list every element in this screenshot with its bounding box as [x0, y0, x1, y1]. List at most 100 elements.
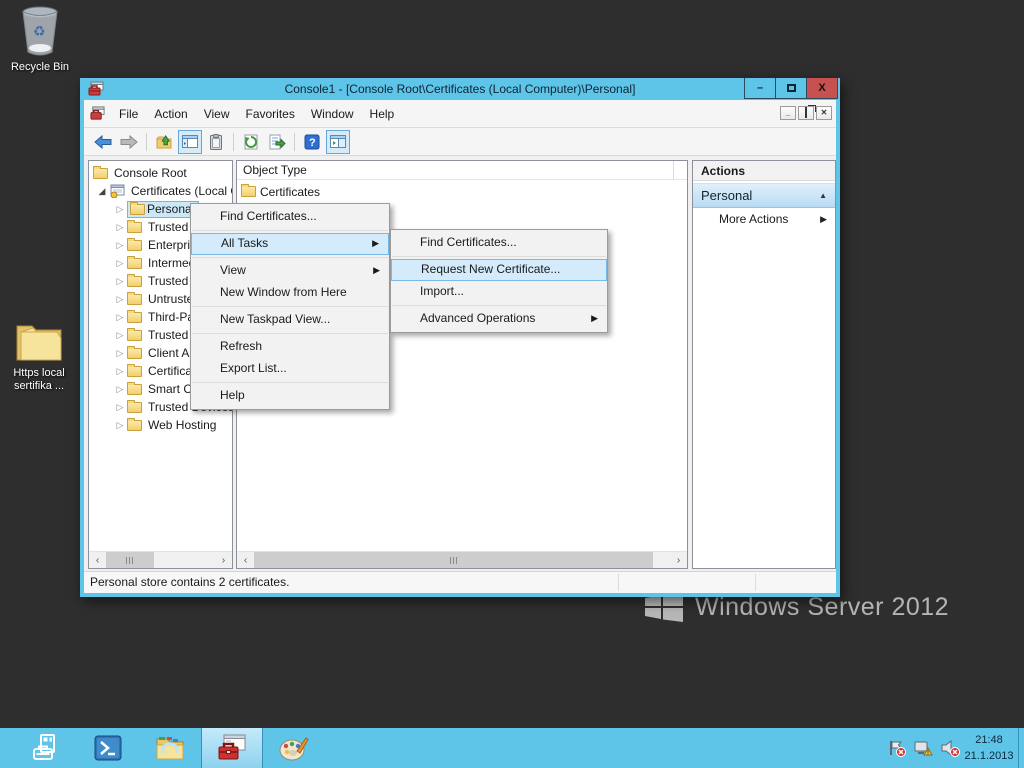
menu-item-refresh[interactable]: Refresh: [191, 336, 389, 358]
network-warning-icon[interactable]: !: [914, 739, 933, 757]
menu-help[interactable]: Help: [362, 103, 403, 125]
menu-bar: File Action View Favorites Window Help _…: [84, 100, 836, 128]
child-minimize-button[interactable]: _: [780, 106, 796, 120]
up-level-button[interactable]: [152, 130, 176, 154]
expanded-arrow-icon[interactable]: ◢: [95, 186, 109, 197]
scroll-left-arrow[interactable]: ‹: [89, 552, 106, 568]
clock-time: 21:48: [962, 732, 1016, 748]
scrollbar-track[interactable]: [254, 552, 670, 568]
child-restore-button[interactable]: [798, 106, 814, 120]
collapsed-arrow-icon[interactable]: ▷: [113, 402, 127, 413]
collapsed-arrow-icon[interactable]: ▷: [113, 276, 127, 287]
menu-separator: [192, 306, 388, 307]
menu-separator: [192, 257, 388, 258]
scrollbar-thumb[interactable]: [106, 552, 154, 568]
menu-favorites[interactable]: Favorites: [238, 103, 303, 125]
back-button[interactable]: [91, 130, 115, 154]
collapse-caret-icon[interactable]: ▲: [819, 191, 827, 200]
system-tray: !: [888, 728, 960, 768]
tree-horizontal-scrollbar[interactable]: ‹ ›: [89, 551, 232, 568]
scroll-right-arrow[interactable]: ›: [670, 552, 687, 568]
collapsed-arrow-icon[interactable]: ▷: [113, 384, 127, 395]
more-actions-item[interactable]: More Actions ▶: [693, 208, 835, 230]
menu-item-help[interactable]: Help: [191, 385, 389, 407]
menu-file[interactable]: File: [111, 103, 146, 125]
maximize-icon: [787, 84, 796, 92]
console-tree-icon: [182, 135, 198, 148]
file-explorer-icon: [155, 735, 185, 761]
list-item-certificates[interactable]: Certificates: [239, 183, 320, 200]
actions-section-personal[interactable]: Personal ▲: [693, 183, 835, 208]
scrollbar-track[interactable]: [106, 552, 215, 568]
menu-item-new-taskpad[interactable]: New Taskpad View...: [191, 309, 389, 331]
title-bar[interactable]: Console1 - [Console Root\Certificates (L…: [80, 78, 840, 100]
forward-button[interactable]: [117, 130, 141, 154]
toolbar-separator: [294, 133, 295, 151]
status-text: Personal store contains 2 certificates.: [90, 575, 289, 589]
export-list-icon: [269, 134, 286, 150]
help-button[interactable]: ?: [300, 130, 324, 154]
collapsed-arrow-icon[interactable]: ▷: [113, 204, 127, 215]
taskbar-clock[interactable]: 21:48 21.1.2013: [962, 732, 1016, 764]
action-center-flag-error-icon[interactable]: [888, 739, 906, 757]
collapsed-arrow-icon[interactable]: ▷: [113, 366, 127, 377]
tree-item-web-hosting[interactable]: ▷ Web Hosting: [89, 416, 232, 434]
folder-icon: [127, 348, 142, 359]
collapsed-arrow-icon[interactable]: ▷: [113, 222, 127, 233]
taskbar-paint[interactable]: [263, 728, 325, 768]
scrollbar-thumb[interactable]: [254, 552, 653, 568]
menu-window[interactable]: Window: [303, 103, 362, 125]
export-list-button[interactable]: [265, 130, 289, 154]
submenu-item-find-certificates[interactable]: Find Certificates...: [391, 232, 607, 254]
menu-separator: [192, 333, 388, 334]
folder-icon: [127, 240, 142, 251]
list-horizontal-scrollbar[interactable]: ‹ ›: [237, 551, 687, 568]
selected-tree-item: Personal: [127, 201, 199, 218]
menu-action[interactable]: Action: [146, 103, 195, 125]
collapsed-arrow-icon[interactable]: ▷: [113, 240, 127, 251]
tree-item-certificates-store[interactable]: ◢ Certificates (Local Computer): [89, 182, 232, 200]
menu-item-export-list[interactable]: Export List...: [191, 358, 389, 380]
collapsed-arrow-icon[interactable]: ▷: [113, 348, 127, 359]
collapsed-arrow-icon[interactable]: ▷: [113, 294, 127, 305]
minimize-button[interactable]: –: [744, 78, 776, 99]
menu-item-find-certificates[interactable]: Find Certificates...: [191, 206, 389, 228]
show-action-pane-toggle[interactable]: [326, 130, 350, 154]
folder-icon: [127, 384, 142, 395]
submenu-item-request-new-certificate[interactable]: Request New Certificate...: [391, 259, 607, 281]
menu-item-new-window[interactable]: New Window from Here: [191, 282, 389, 304]
submenu-item-import[interactable]: Import...: [391, 281, 607, 303]
volume-muted-icon[interactable]: [941, 739, 960, 757]
taskbar-mmc-console[interactable]: [201, 728, 263, 768]
menu-item-view[interactable]: View ▶: [191, 260, 389, 282]
collapsed-arrow-icon[interactable]: ▷: [113, 312, 127, 323]
child-close-button[interactable]: ✕: [816, 106, 832, 120]
show-console-tree-toggle[interactable]: [178, 130, 202, 154]
refresh-button[interactable]: [239, 130, 263, 154]
maximize-button[interactable]: [775, 78, 807, 99]
toolbar-separator: [146, 133, 147, 151]
submenu-arrow-icon: ▶: [591, 308, 598, 329]
column-object-type[interactable]: Object Type: [237, 161, 674, 180]
collapsed-arrow-icon[interactable]: ▷: [113, 420, 127, 431]
recycle-bin-icon: ♻: [19, 6, 61, 56]
show-desktop-button[interactable]: [1018, 728, 1024, 768]
scroll-right-arrow[interactable]: ›: [215, 552, 232, 568]
properties-button[interactable]: [204, 130, 228, 154]
folder-icon: [241, 186, 256, 197]
collapsed-arrow-icon[interactable]: ▷: [113, 330, 127, 341]
desktop-icon-recycle-bin[interactable]: ♻ Recycle Bin: [2, 6, 78, 74]
toolbar: ?: [84, 128, 836, 156]
folder-icon: [127, 312, 142, 323]
menu-view[interactable]: View: [196, 103, 238, 125]
tree-item-console-root[interactable]: Console Root: [89, 164, 232, 182]
taskbar-powershell[interactable]: [77, 728, 139, 768]
menu-item-all-tasks[interactable]: All Tasks ▶: [191, 233, 389, 255]
taskbar-server-manager[interactable]: [15, 728, 77, 768]
collapsed-arrow-icon[interactable]: ▷: [113, 258, 127, 269]
scroll-left-arrow[interactable]: ‹: [237, 552, 254, 568]
taskbar-file-explorer[interactable]: [139, 728, 201, 768]
desktop-icon-https-folder[interactable]: Https local sertifika ...: [1, 318, 77, 393]
close-button[interactable]: X: [806, 78, 838, 99]
submenu-item-advanced-operations[interactable]: Advanced Operations ▶: [391, 308, 607, 330]
